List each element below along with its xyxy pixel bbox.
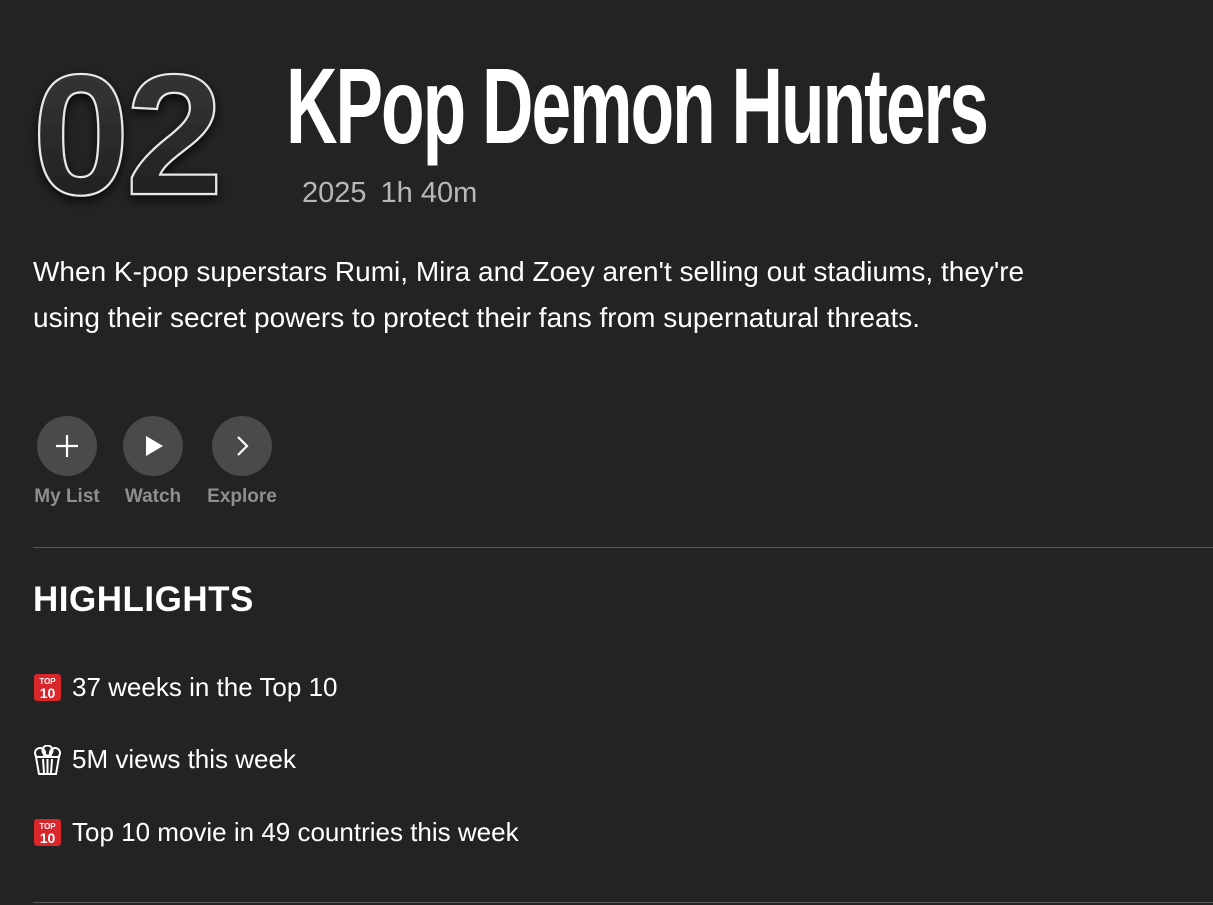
highlight-item: TOP 10 Top 10 movie in 49 countries this… bbox=[34, 817, 519, 848]
release-year: 2025 bbox=[302, 177, 367, 209]
watch-label: Watch bbox=[124, 486, 182, 507]
title-detail-page: 02 KPop Demon Hunters 2025 1h 40m When K-… bbox=[0, 0, 1213, 905]
title-meta: 2025 1h 40m bbox=[302, 175, 491, 211]
runtime: 1h 40m bbox=[380, 177, 478, 209]
explore-button[interactable]: Explore bbox=[202, 416, 282, 508]
top-10-icon: TOP 10 bbox=[34, 819, 61, 846]
highlight-item: 5M views this week bbox=[34, 744, 296, 775]
rank-number: 02 bbox=[24, 44, 264, 224]
highlight-text: 37 weeks in the Top 10 bbox=[72, 672, 338, 702]
svg-text:10: 10 bbox=[40, 685, 56, 701]
highlights-heading: HIGHLIGHTS bbox=[33, 580, 254, 619]
my-list-button[interactable]: My List bbox=[30, 416, 104, 508]
play-icon bbox=[146, 436, 163, 456]
explore-circle[interactable] bbox=[212, 416, 272, 476]
rank-outline-graphic: 02 bbox=[31, 44, 224, 224]
highlight-item: TOP 10 37 weeks in the Top 10 bbox=[34, 672, 337, 703]
chevron-right-icon bbox=[237, 436, 249, 456]
watch-circle[interactable] bbox=[123, 416, 183, 476]
highlight-text: Top 10 movie in 49 countries this week bbox=[72, 817, 519, 847]
popcorn-icon bbox=[34, 744, 61, 775]
section-divider bbox=[33, 902, 1213, 903]
synopsis: When K-pop superstars Rumi, Mira and Zoe… bbox=[33, 256, 1025, 333]
action-bar: My List Watch Explore bbox=[30, 416, 282, 508]
svg-text:02: 02 bbox=[32, 44, 219, 224]
top-10-icon: TOP 10 bbox=[34, 674, 61, 701]
my-list-circle[interactable] bbox=[37, 416, 97, 476]
watch-button[interactable]: Watch bbox=[118, 416, 188, 508]
plus-icon bbox=[56, 435, 78, 457]
my-list-label: My List bbox=[34, 486, 100, 507]
svg-text:10: 10 bbox=[40, 830, 56, 846]
title-name: KPop Demon Hunters bbox=[286, 45, 989, 166]
section-divider bbox=[33, 547, 1213, 548]
highlight-text: 5M views this week bbox=[72, 744, 296, 774]
explore-label: Explore bbox=[207, 486, 277, 507]
